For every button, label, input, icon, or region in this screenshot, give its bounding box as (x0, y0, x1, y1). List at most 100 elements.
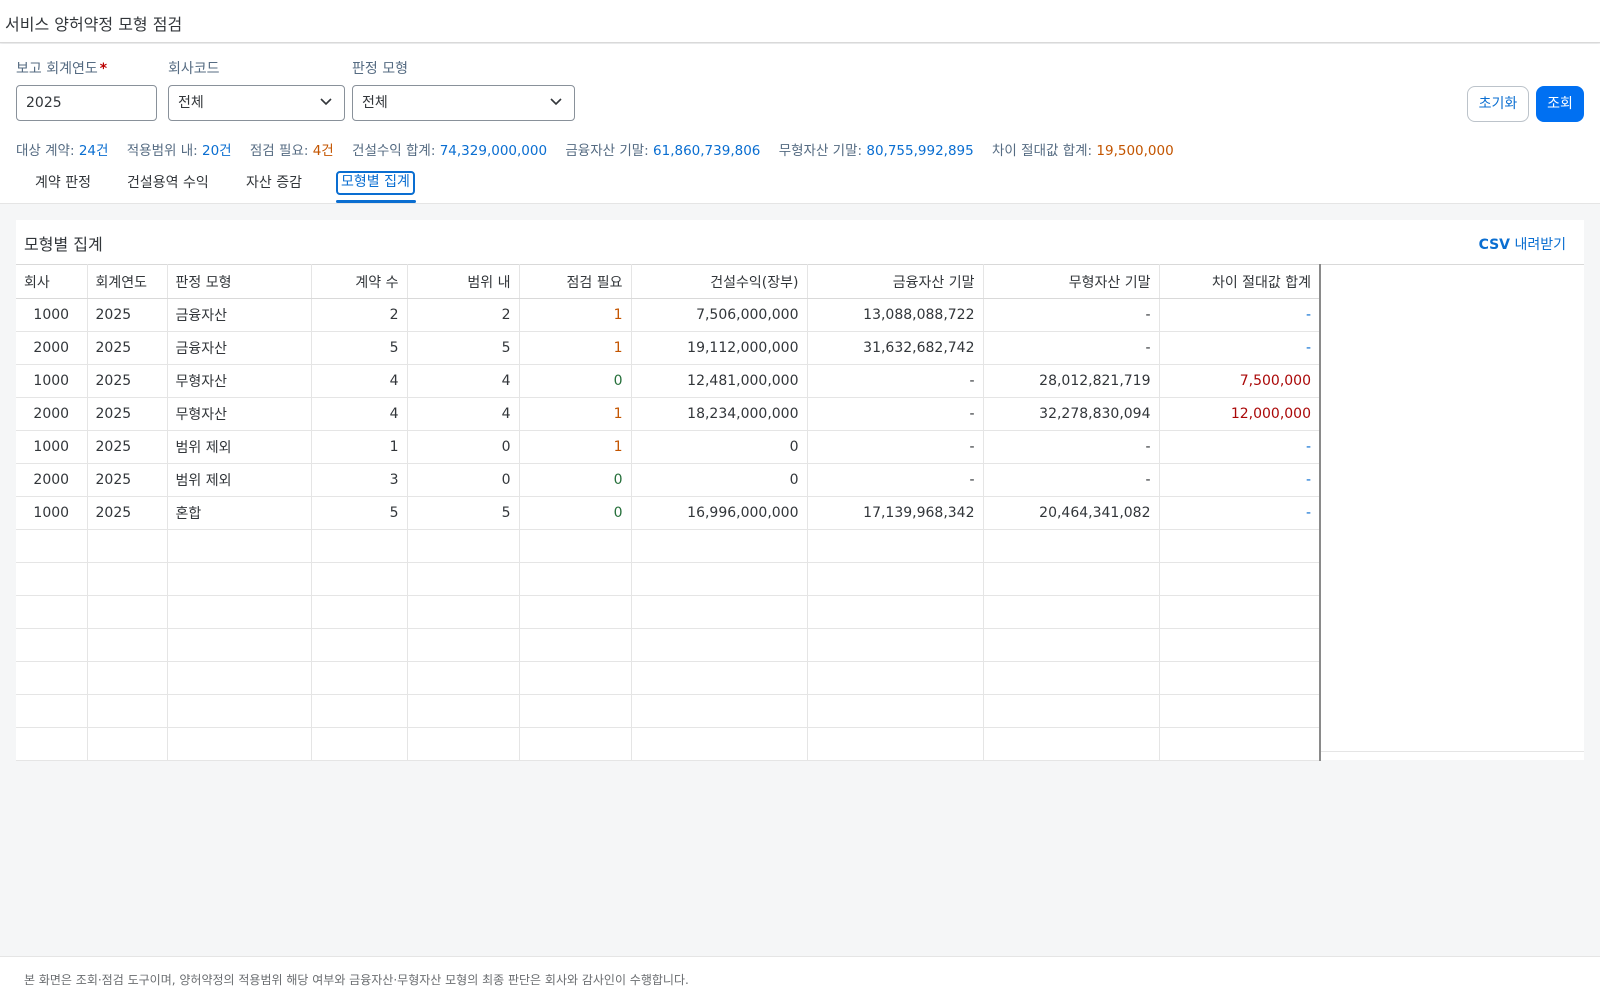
cell-intangible-asset: - (983, 331, 1160, 365)
col-header-company[interactable]: 회사 (16, 264, 88, 299)
cell-model: 무형자산 (167, 364, 312, 398)
chevron-down-icon (550, 86, 562, 106)
model-summary-panel: 모형별 집계 CSV 내려받기 회사 회계연도 판정 모형 계약 수 범위 내 … (16, 220, 1584, 761)
cell-company: 2000 (16, 463, 88, 497)
empty-cell (407, 595, 520, 629)
col-header-needs-review[interactable]: 점검 필요 (519, 264, 632, 299)
col-header-model[interactable]: 판정 모형 (167, 264, 312, 299)
table-row[interactable]: 1000 2025 범위 제외 1 0 1 0- - - (16, 430, 1321, 464)
col-header-in-scope[interactable]: 범위 내 (407, 264, 520, 299)
cell-contract-count: 3 (311, 463, 408, 497)
col-header-intangible-asset[interactable]: 무형자산 기말 (983, 264, 1160, 299)
empty-table-row (16, 562, 1321, 596)
cell-financial-asset: 17,139,968,342 (807, 496, 984, 530)
cell-construction-revenue: 19,112,000,000 (631, 331, 808, 365)
table-row[interactable]: 1000 2025 혼합 5 5 0 16,996,000,000 17,139,968,34… (16, 496, 1321, 530)
summary-contracts: 대상 계약: 24건 (16, 143, 109, 159)
year-label: 보고 회계연도 * (16, 61, 108, 77)
cell-year: 2025 (87, 364, 168, 398)
cell-needs-review: 0 (519, 364, 632, 398)
cell-in-scope: 4 (407, 364, 520, 398)
summary-construction-revenue: 건설수익 합계: 74,329,000,000 (352, 143, 548, 159)
table-row[interactable]: 1000 2025 금융자산 2 2 1 7,506,000,000 13,088,088,7… (16, 298, 1321, 332)
empty-cell (807, 628, 984, 662)
app-title: 서비스 양허약정 모형 점검 (5, 15, 183, 34)
cell-year: 2025 (87, 430, 168, 464)
empty-cell (407, 661, 520, 695)
col-header-year[interactable]: 회계연도 (87, 264, 168, 299)
empty-cell (16, 562, 88, 596)
cell-intangible-asset: - (983, 298, 1160, 332)
search-button[interactable]: 조회 (1536, 86, 1584, 122)
cell-intangible-asset: 28,012,821,719 (983, 364, 1160, 398)
cell-year: 2025 (87, 463, 168, 497)
summary-bar: 대상 계약: 24건 적용범위 내: 20건 점검 필요: 4건 건설수익 합계… (16, 139, 1188, 159)
empty-table-row (16, 661, 1321, 695)
empty-cell (631, 529, 808, 563)
empty-cell (311, 628, 408, 662)
col-header-contract-count[interactable]: 계약 수 (311, 264, 408, 299)
tab-asset-changes[interactable]: 자산 증감 (246, 172, 302, 196)
empty-cell (807, 661, 984, 695)
cell-intangible-asset: 20,464,341,082 (983, 496, 1160, 530)
cell-financial-asset: - (807, 463, 984, 497)
empty-table-row (16, 694, 1321, 728)
cell-contract-count: 5 (311, 331, 408, 365)
company-label: 회사코드 (168, 61, 220, 77)
col-header-construction-revenue[interactable]: 건설수익(장부) (631, 264, 808, 299)
empty-cell (16, 661, 88, 695)
model-select[interactable]: 전체 (352, 85, 575, 121)
cell-contract-count: 1 (311, 430, 408, 464)
empty-cell (1159, 661, 1321, 695)
empty-cell (807, 694, 984, 728)
table-row[interactable]: 2000 2025 무형자산 4 4 1 18,234,000,000-32,278,830… (16, 397, 1321, 431)
cell-contract-count: 5 (311, 496, 408, 530)
model-label: 판정 모형 (352, 61, 408, 77)
empty-cell (1159, 628, 1321, 662)
reset-button[interactable]: 초기화 (1467, 86, 1529, 122)
table-row[interactable]: 2000 2025 금융자산 5 5 1 19,112,000,000 31,632,682,… (16, 331, 1321, 365)
tab-model-summary[interactable]: 모형별 집계 (336, 171, 415, 195)
summary-abs-difference: 차이 절대값 합계: 19,500,000 (992, 143, 1174, 159)
cell-financial-asset: - (807, 364, 984, 398)
cell-year: 2025 (87, 397, 168, 431)
tab-contract-decision[interactable]: 계약 판정 (35, 172, 91, 196)
cell-company: 2000 (16, 331, 88, 365)
table-row[interactable]: 1000 2025 무형자산 4 4 0 12,481,000,000-28,012,821… (16, 364, 1321, 398)
empty-cell (407, 727, 520, 761)
table-row[interactable]: 2000 2025 범위 제외 3 0 0 0- - - (16, 463, 1321, 497)
empty-cell (519, 694, 632, 728)
cell-in-scope: 5 (407, 496, 520, 530)
cell-intangible-asset: - (983, 463, 1160, 497)
cell-needs-review: 0 (519, 496, 632, 530)
tab-construction-revenue[interactable]: 건설용역 수익 (127, 172, 209, 196)
col-header-abs-difference[interactable]: 차이 절대값 합계 (1159, 264, 1321, 299)
cell-in-scope: 4 (407, 397, 520, 431)
empty-cell (311, 562, 408, 596)
cell-abs-difference: - (1159, 331, 1321, 365)
csv-download-link[interactable]: CSV 내려받기 (1479, 234, 1566, 254)
empty-cell (167, 628, 312, 662)
empty-cell (983, 529, 1160, 563)
cell-abs-difference: - (1159, 430, 1321, 464)
empty-cell (631, 661, 808, 695)
summary-in-scope: 적용범위 내: 20건 (126, 143, 232, 159)
year-input[interactable]: 2025 (16, 85, 157, 121)
model-select-value: 전체 (362, 95, 388, 111)
cell-in-scope: 0 (407, 430, 520, 464)
col-header-financial-asset[interactable]: 금융자산 기말 (807, 264, 984, 299)
empty-cell (87, 595, 168, 629)
company-select[interactable]: 전체 (168, 85, 345, 121)
empty-cell (519, 661, 632, 695)
filter-bar: 보고 회계연도 * 2025 회사코드 전체 판정 모형 전체 초기화 조회 대상… (0, 44, 1600, 160)
empty-cell (1159, 529, 1321, 563)
empty-table-row (16, 628, 1321, 662)
empty-cell (631, 694, 808, 728)
table-header-row: 회사 회계연도 판정 모형 계약 수 범위 내 점검 필요 건설수익(장부) 금… (16, 264, 1321, 299)
summary-needs-review: 점검 필요: 4건 (249, 143, 334, 159)
cell-financial-asset: - (807, 397, 984, 431)
cell-model: 혼합 (167, 496, 312, 530)
empty-cell (87, 727, 168, 761)
empty-table-row (16, 529, 1321, 563)
cell-construction-revenue: 0 (631, 463, 808, 497)
